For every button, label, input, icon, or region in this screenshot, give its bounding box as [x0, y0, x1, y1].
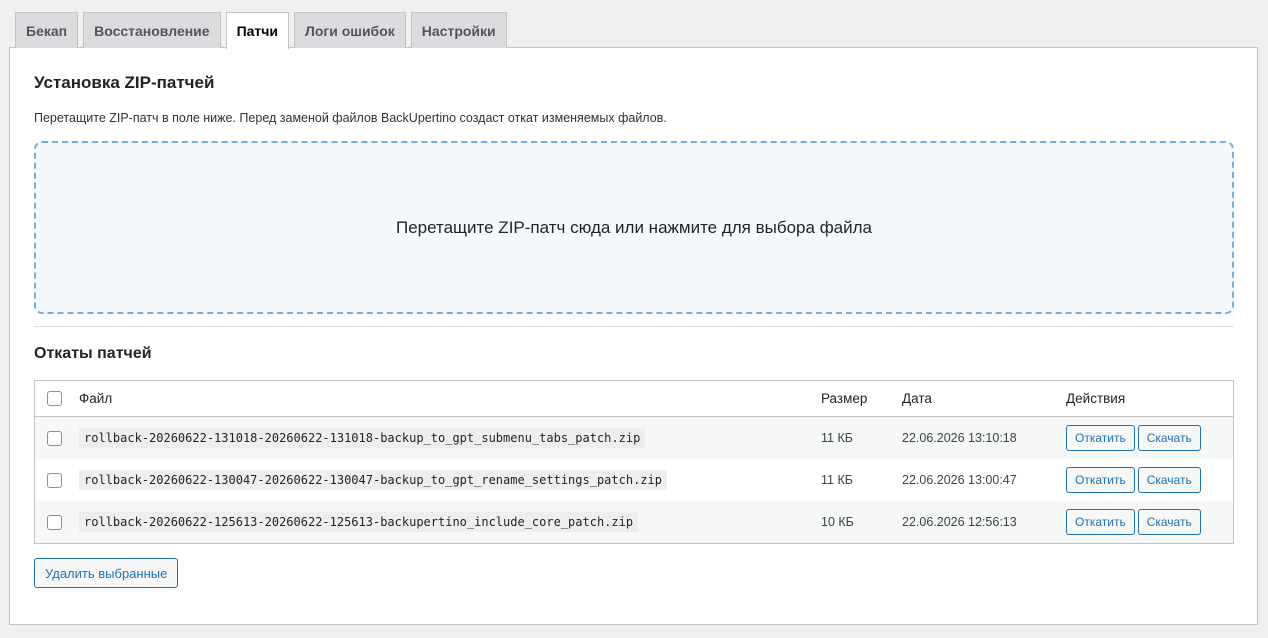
tab-restore[interactable]: Восстановление	[83, 12, 221, 48]
rollback-button[interactable]: Откатить	[1066, 425, 1135, 451]
rollback-button[interactable]: Откатить	[1066, 509, 1135, 535]
row-checkbox[interactable]	[47, 430, 62, 446]
tab-error-logs[interactable]: Логи ошибок	[294, 12, 406, 48]
tab-settings[interactable]: Настройки	[410, 12, 507, 48]
tab-bar: Бекап Восстановление Патчи Логи ошибок Н…	[15, 12, 507, 49]
row-actions: Откатить Скачать	[1066, 425, 1201, 451]
column-header-size: Размер	[821, 391, 868, 406]
column-header-actions: Действия	[1066, 391, 1126, 406]
table-row: rollback-20260622-130047-20260622-130047…	[35, 459, 1233, 501]
rollbacks-table: Файл Размер Дата Действия rollback-20260…	[34, 380, 1234, 544]
patches-panel: Установка ZIP-патчей Перетащите ZIP-патч…	[9, 47, 1258, 625]
column-header-date: Дата	[902, 391, 932, 406]
file-size: 11 КБ	[821, 473, 853, 487]
file-size: 11 КБ	[821, 431, 853, 445]
install-title: Установка ZIP-патчей	[34, 73, 215, 92]
file-name: rollback-20260622-131018-20260622-131018…	[79, 428, 646, 448]
file-name: rollback-20260622-125613-20260622-125613…	[79, 512, 639, 532]
select-all-checkbox[interactable]	[47, 391, 62, 406]
row-actions: Откатить Скачать	[1066, 509, 1201, 535]
file-date: 22.06.2026 12:56:13	[902, 515, 1017, 529]
install-description: Перетащите ZIP-патч в поле ниже. Перед з…	[34, 111, 667, 125]
file-date: 22.06.2026 13:00:47	[902, 473, 1017, 487]
row-checkbox[interactable]	[47, 472, 62, 488]
row-actions: Откатить Скачать	[1066, 467, 1201, 493]
rollbacks-title: Откаты патчей	[34, 345, 152, 362]
download-button[interactable]: Скачать	[1137, 467, 1201, 493]
delete-selected-button[interactable]: Удалить выбранные	[34, 558, 179, 588]
table-row: rollback-20260622-125613-20260622-125613…	[35, 501, 1233, 543]
file-size: 10 КБ	[821, 515, 854, 529]
zip-dropzone[interactable]: Перетащите ZIP-патч сюда или нажмите для…	[34, 141, 1234, 314]
dropzone-text: Перетащите ZIP-патч сюда или нажмите для…	[395, 217, 873, 237]
row-checkbox[interactable]	[47, 514, 62, 530]
column-header-file: Файл	[79, 391, 113, 406]
table-row: rollback-20260622-131018-20260622-131018…	[35, 417, 1233, 459]
file-name: rollback-20260622-130047-20260622-130047…	[79, 470, 667, 490]
download-button[interactable]: Скачать	[1137, 509, 1201, 535]
tab-patches[interactable]: Патчи	[225, 12, 290, 49]
download-button[interactable]: Скачать	[1137, 425, 1201, 451]
section-divider	[34, 326, 1234, 327]
file-date: 22.06.2026 13:10:18	[902, 431, 1017, 445]
tab-backup[interactable]: Бекап	[15, 12, 79, 48]
table-header: Файл Размер Дата Действия	[35, 381, 1233, 417]
rollback-button[interactable]: Откатить	[1066, 467, 1135, 493]
